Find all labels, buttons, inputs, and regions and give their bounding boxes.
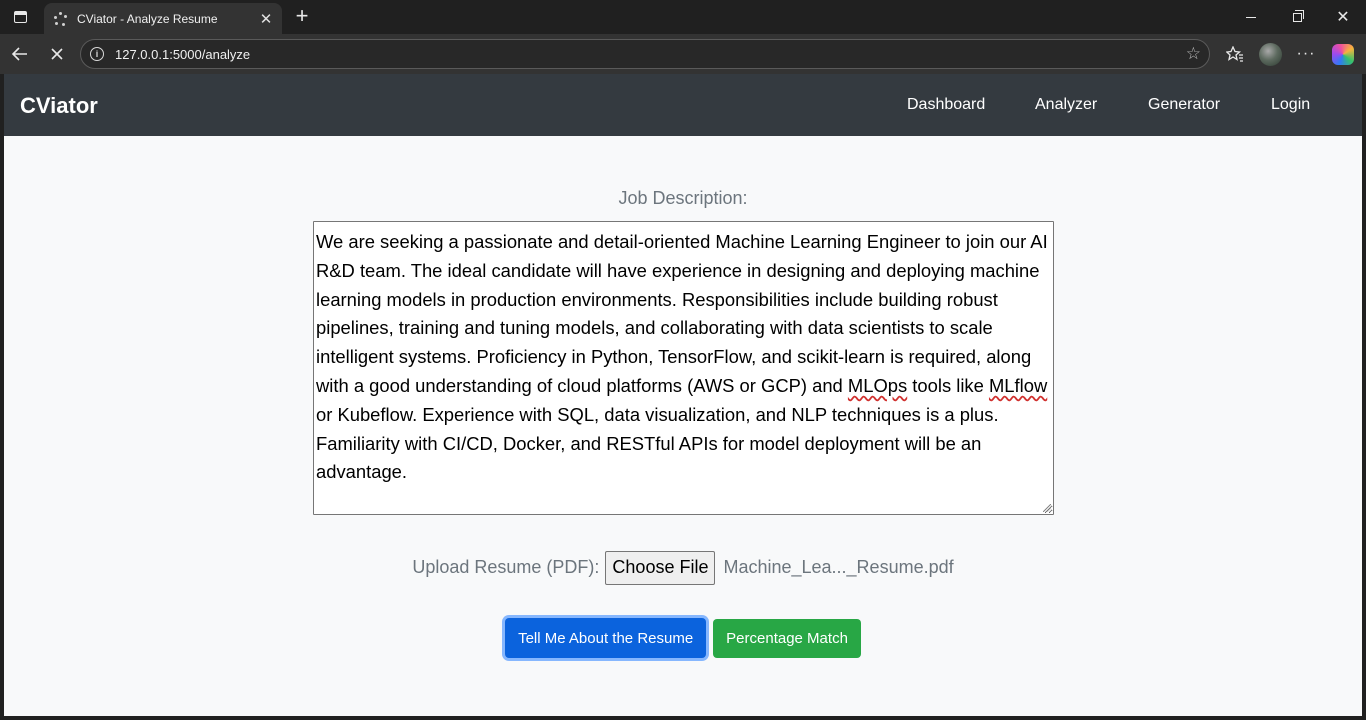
profile-avatar[interactable]: [1259, 43, 1282, 66]
stop-icon[interactable]: [42, 38, 72, 70]
action-buttons: Tell Me About the Resume Percentage Matc…: [4, 618, 1362, 658]
percentage-match-button[interactable]: Percentage Match: [713, 619, 861, 658]
upload-resume-label: Upload Resume (PDF):: [412, 557, 600, 577]
browser-toolbar: i 127.0.0.1:5000/analyze ☆ ···: [0, 34, 1366, 74]
browser-tab-active[interactable]: CViator - Analyze Resume ✕: [44, 3, 282, 34]
window-restore-button[interactable]: [1274, 0, 1320, 34]
job-description-text: We are seeking a passionate and detail-o…: [316, 231, 1048, 396]
window-bottom-edge: [0, 716, 1366, 720]
job-description-text: or Kubeflow. Experience with SQL, data v…: [316, 403, 999, 483]
page-viewport: CViator Dashboard Analyzer Generator Log…: [4, 74, 1362, 716]
window-close-button[interactable]: ✕: [1320, 0, 1366, 34]
job-description-textarea[interactable]: We are seeking a passionate and detail-o…: [313, 221, 1054, 515]
favorites-icon[interactable]: [1220, 38, 1250, 70]
url-text[interactable]: 127.0.0.1:5000/analyze: [115, 47, 1186, 62]
textarea-resize-handle[interactable]: [1043, 504, 1051, 512]
misspelled-word: MLOps: [847, 374, 908, 396]
nav-link-generator[interactable]: Generator: [1148, 96, 1220, 114]
nav-link-dashboard[interactable]: Dashboard: [907, 96, 985, 114]
address-bar[interactable]: i 127.0.0.1:5000/analyze ☆: [80, 39, 1210, 69]
job-description-label: Job Description:: [618, 188, 748, 208]
choose-file-button[interactable]: Choose File: [605, 550, 716, 585]
loading-spinner-icon: [54, 11, 68, 26]
nav-link-login[interactable]: Login: [1271, 96, 1310, 114]
tell-me-about-resume-button[interactable]: Tell Me About the Resume: [505, 618, 707, 658]
sidebar-toggle-icon[interactable]: [8, 6, 32, 28]
tab-close-icon[interactable]: ✕: [256, 10, 276, 28]
star-icon[interactable]: ☆: [1186, 44, 1201, 64]
selected-file-name: Machine_Lea..._Resume.pdf: [723, 557, 954, 577]
upload-row: Upload Resume (PDF): Choose File Machine…: [4, 550, 1362, 585]
window-minimize-button[interactable]: [1228, 0, 1274, 34]
misspelled-word: MLflow: [988, 374, 1048, 396]
new-tab-button[interactable]: +: [290, 5, 314, 27]
site-info-icon[interactable]: i: [90, 47, 104, 61]
top-navbar: CViator Dashboard Analyzer Generator Log…: [4, 74, 1362, 136]
more-icon[interactable]: ···: [1291, 38, 1321, 70]
tab-title: CViator - Analyze Resume: [77, 11, 218, 26]
brand-logo[interactable]: CViator: [20, 93, 98, 119]
back-arrow-icon[interactable]: [5, 38, 35, 70]
browser-tab-bar: CViator - Analyze Resume ✕ + ✕: [0, 0, 1366, 34]
job-description-text: tools like: [907, 374, 989, 396]
nav-link-analyzer[interactable]: Analyzer: [1035, 96, 1097, 114]
copilot-icon[interactable]: [1332, 44, 1354, 65]
